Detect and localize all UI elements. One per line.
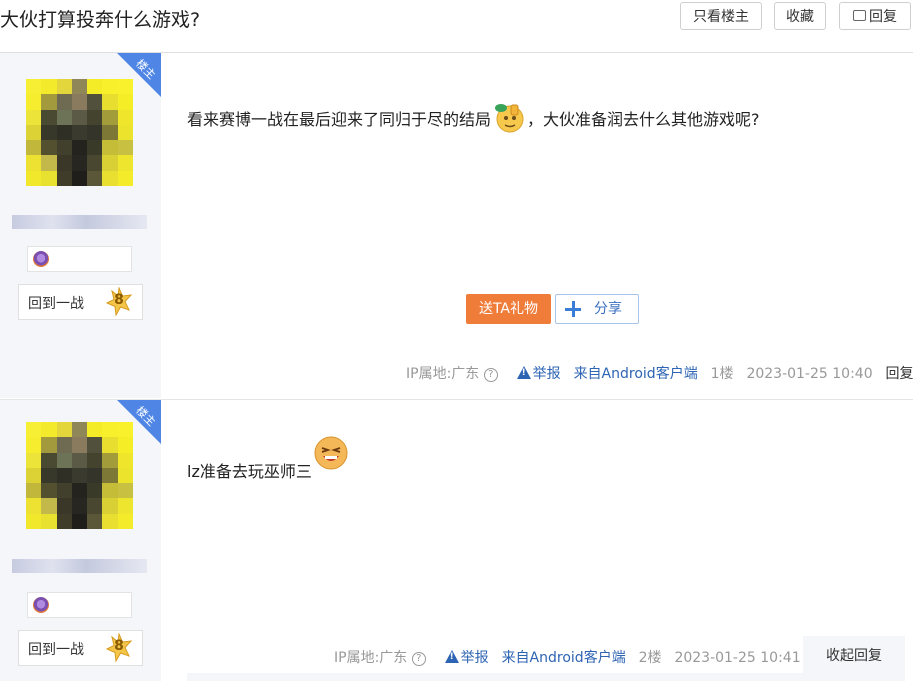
avatar-pixelated bbox=[26, 422, 133, 529]
client-source: 来自Android客户端 bbox=[501, 650, 626, 666]
comment-icon bbox=[853, 10, 866, 21]
level-number: 8 bbox=[114, 292, 124, 308]
collapse-reply-button[interactable]: 收起回复 bbox=[803, 636, 905, 681]
only-op-button[interactable]: 只看楼主 bbox=[680, 2, 762, 30]
level-box[interactable]: 回到一战 8 bbox=[18, 284, 143, 320]
warning-icon bbox=[516, 366, 531, 379]
laughing-emoji-icon bbox=[313, 435, 349, 471]
post-time: 2023-01-25 10:40 bbox=[746, 366, 873, 382]
gift-button[interactable]: 送TA礼物 bbox=[466, 294, 551, 324]
floor-number: 1楼 bbox=[710, 366, 734, 382]
member-badge-icon bbox=[33, 251, 49, 267]
username-blurred[interactable] bbox=[12, 559, 147, 573]
reply-link[interactable]: 回复 bbox=[886, 366, 913, 382]
plus-icon bbox=[565, 301, 581, 317]
thread-header: 大伙打算投奔什么游戏? 只看楼主 收藏 回复 bbox=[0, 0, 913, 53]
help-icon[interactable]: ? bbox=[411, 652, 426, 666]
report-link[interactable]: 举报 bbox=[533, 366, 561, 382]
reply-button-label: 回复 bbox=[869, 9, 897, 25]
level-name: 回到一战 bbox=[28, 642, 84, 658]
level-box[interactable]: 回到一战 8 bbox=[18, 630, 143, 666]
username-blurred[interactable] bbox=[12, 215, 147, 229]
share-button-label: 分享 bbox=[594, 301, 622, 317]
reply-panel-top bbox=[187, 673, 803, 681]
avatar-pixelated bbox=[26, 79, 133, 186]
level-star-icon: 8 bbox=[104, 632, 134, 663]
level-star-icon: 8 bbox=[104, 286, 134, 317]
post-1-tail: IP属地:广东 ? 举报 来自Android客户端 1楼 2023-01-25 … bbox=[406, 363, 913, 383]
floor-number: 2楼 bbox=[638, 650, 662, 666]
post-2-tail: IP属地:广东 ? 举报 来自Android客户端 2楼 2023-01-25 … bbox=[334, 647, 801, 667]
level-name: 回到一战 bbox=[28, 296, 84, 312]
thread-title: 大伙打算投奔什么游戏? bbox=[0, 9, 201, 31]
post-time: 2023-01-25 10:41 bbox=[674, 650, 801, 666]
reply-button[interactable]: 回复 bbox=[839, 2, 911, 30]
favorite-button[interactable]: 收藏 bbox=[774, 2, 826, 30]
ip-location: IP属地:广东 bbox=[334, 650, 408, 666]
member-badge-icon bbox=[33, 597, 49, 613]
member-badge-box bbox=[27, 592, 132, 618]
ip-location: IP属地:广东 bbox=[406, 366, 480, 382]
client-source: 来自Android客户端 bbox=[573, 366, 698, 382]
post-1-text-after: ，大伙准备润去什么其他游戏呢? bbox=[527, 110, 760, 129]
level-number: 8 bbox=[114, 638, 124, 654]
share-button[interactable]: 分享 bbox=[555, 294, 639, 324]
warning-icon bbox=[444, 650, 459, 663]
avatar[interactable] bbox=[26, 79, 133, 186]
facepalm-emoji-icon bbox=[493, 101, 525, 133]
post-1-text-before: 看来赛博一战在最后迎来了同归于尽的结局 bbox=[187, 110, 492, 129]
report-link[interactable]: 举报 bbox=[461, 650, 489, 666]
post-1-content: 看来赛博一战在最后迎来了同归于尽的结局 ，大伙准备润去什么其他游戏呢? bbox=[187, 101, 760, 133]
member-badge-box bbox=[27, 246, 132, 272]
post-2-text: lz准备去玩巫师三 bbox=[187, 462, 312, 481]
help-icon[interactable]: ? bbox=[483, 368, 498, 382]
avatar[interactable] bbox=[26, 422, 133, 529]
post-2-content: lz准备去玩巫师三 bbox=[187, 436, 349, 483]
